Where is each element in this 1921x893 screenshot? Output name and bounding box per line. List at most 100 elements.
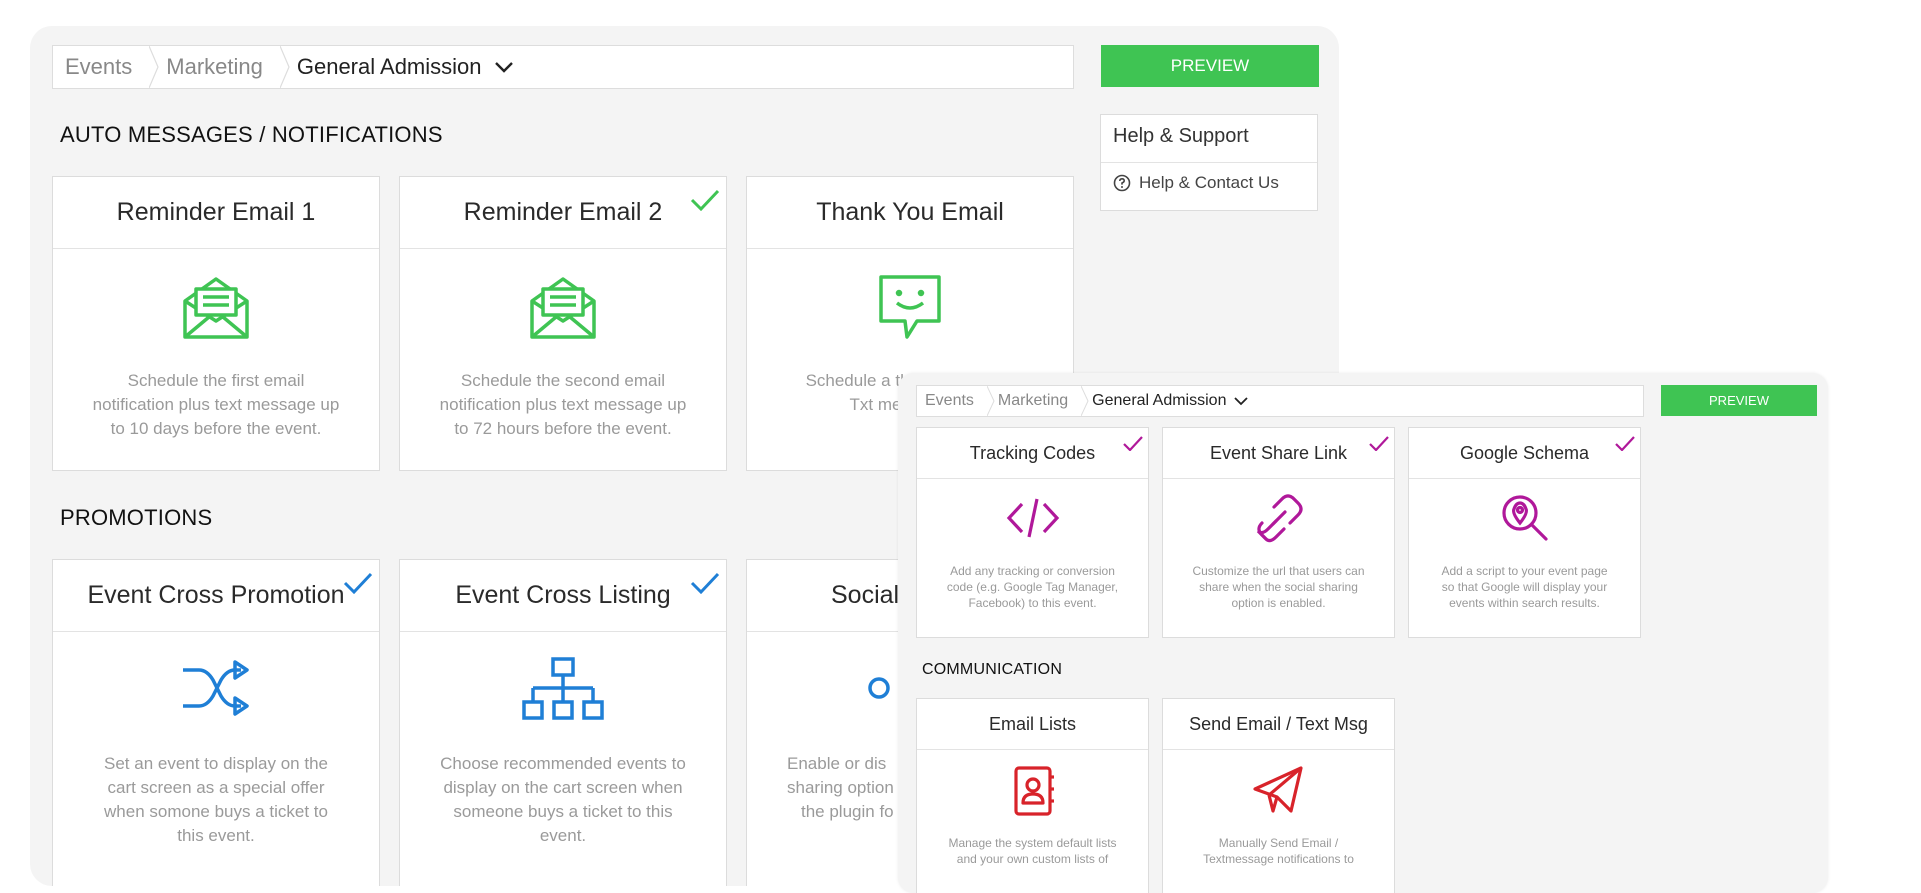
desc-line: to 72 hours before the event. xyxy=(454,419,672,438)
breadcrumb-label: General Admission xyxy=(1092,392,1227,409)
checkmark-icon xyxy=(1123,436,1143,451)
desc-line: to 10 days before the event. xyxy=(110,419,322,438)
card-reminder-email-1[interactable]: Reminder Email 1 Schedule the first emai… xyxy=(52,176,380,471)
card-tracking-codes[interactable]: Tracking Codes Add any tracking or conve… xyxy=(916,427,1149,638)
breadcrumb-events[interactable]: Events xyxy=(53,46,159,88)
envelope-open-icon xyxy=(183,277,249,339)
desc-line: notification plus text message up xyxy=(92,395,340,414)
breadcrumb-marketing[interactable]: Marketing xyxy=(150,46,290,88)
desc-line: share when the social sharing xyxy=(1199,580,1358,594)
smiley-chat-icon xyxy=(879,275,941,339)
link-icon xyxy=(1256,494,1303,543)
desc-line: Choose recommended events to xyxy=(440,754,686,773)
breadcrumb-events[interactable]: Events xyxy=(917,386,995,416)
breadcrumb-label: Marketing xyxy=(166,54,263,79)
card-description: Set an event to display on the cart scre… xyxy=(53,752,379,848)
sitemap-icon xyxy=(522,657,604,720)
desc-line: when somone buys a ticket to xyxy=(104,802,328,821)
card-google-schema[interactable]: Google Schema Add a script to your event… xyxy=(1408,427,1641,638)
desc-line: and your own custom lists of xyxy=(956,852,1109,866)
card-title-text: Social xyxy=(831,581,900,609)
card-description: Add a script to your event page so that … xyxy=(1409,563,1640,611)
card-title: Email Lists xyxy=(917,699,1148,750)
section-title-promotions: PROMOTIONS xyxy=(60,505,213,530)
address-book-icon xyxy=(1013,766,1054,816)
desc-line: Manage the system default lists xyxy=(948,836,1117,850)
help-support-title: Help & Support xyxy=(1113,125,1249,147)
card-email-lists[interactable]: Email Lists Manage the system default li… xyxy=(916,698,1149,893)
card-description: Schedule the first email notification pl… xyxy=(53,369,379,441)
desc-line: Textmessage notifications to xyxy=(1203,852,1354,866)
breadcrumb: Events Marketing General Admission xyxy=(52,45,1074,89)
desc-line: cart screen as a special offer xyxy=(107,778,325,797)
search-location-icon xyxy=(1501,495,1548,541)
checkmark-icon xyxy=(690,189,720,211)
desc-line: Schedule the second email xyxy=(460,371,666,390)
desc-line: someone buys a ticket to this xyxy=(453,802,673,821)
help-contact-label: Help & Contact Us xyxy=(1139,173,1279,192)
envelope-open-icon xyxy=(530,277,596,339)
card-description: Schedule the second email notification p… xyxy=(400,369,726,441)
desc-line: notification plus text message up xyxy=(439,395,687,414)
checkmark-icon xyxy=(690,572,720,594)
chevron-down-icon xyxy=(1234,396,1249,405)
question-circle-icon xyxy=(1113,174,1131,192)
desc-line: Set an event to display on the xyxy=(104,754,328,773)
card-description: Customize the url that users can share w… xyxy=(1163,563,1394,611)
desc-line: Manually Send Email / xyxy=(1218,836,1339,850)
divider xyxy=(1101,162,1317,163)
desc-line: option is enabled. xyxy=(1231,596,1326,610)
card-event-cross-listing[interactable]: Event Cross Listing Choose recommended e… xyxy=(399,559,727,886)
desc-line: Schedule the first email xyxy=(127,371,305,390)
breadcrumb-general-admission-dropdown[interactable]: General Admission xyxy=(1080,386,1256,416)
card-title: Thank You Email xyxy=(747,177,1073,249)
card-send-email-text[interactable]: Send Email / Text Msg Manually Send Emai… xyxy=(1162,698,1395,893)
card-title: Reminder Email 1 xyxy=(53,177,379,249)
card-title: Event Cross Listing xyxy=(400,560,726,632)
breadcrumb-label: Events xyxy=(925,392,974,409)
breadcrumb-marketing[interactable]: Marketing xyxy=(986,386,1089,416)
card-title: Reminder Email 2 xyxy=(400,177,726,249)
section-title-auto-messages: AUTO MESSAGES / NOTIFICATIONS xyxy=(60,122,443,147)
breadcrumb-label: Events xyxy=(65,54,133,79)
shuffle-icon xyxy=(183,660,249,716)
desc-line: this event. xyxy=(177,826,255,845)
card-description: Manage the system default lists and your… xyxy=(917,835,1148,867)
card-title: Tracking Codes xyxy=(917,428,1148,479)
checkmark-icon xyxy=(343,572,373,594)
front-panel: Events Marketing General Admission PREVI… xyxy=(898,373,1828,893)
help-contact-link[interactable]: Help & Contact Us xyxy=(1113,173,1279,193)
desc-line: display on the cart screen when xyxy=(443,778,683,797)
desc-line: Facebook) to this event. xyxy=(968,596,1097,610)
breadcrumb-label: General Admission xyxy=(296,54,482,79)
card-event-cross-promotion[interactable]: Event Cross Promotion Set an event to di… xyxy=(52,559,380,886)
card-description: Choose recommended events to display on … xyxy=(400,752,726,848)
preview-button[interactable]: PREVIEW xyxy=(1101,45,1319,87)
card-description: Add any tracking or conversion code (e.g… xyxy=(917,563,1148,611)
desc-line: Add a script to your event page xyxy=(1441,564,1608,578)
card-event-share-link[interactable]: Event Share Link Customize the url that … xyxy=(1162,427,1395,638)
card-title: Send Email / Text Msg xyxy=(1163,699,1394,750)
chevron-down-icon xyxy=(494,62,513,73)
section-title-communication: COMMUNICATION xyxy=(922,661,1063,678)
desc-line: Customize the url that users can xyxy=(1192,564,1365,578)
breadcrumb-label: Marketing xyxy=(997,392,1069,409)
help-support-box: Help & Support Help & Contact Us xyxy=(1100,114,1318,211)
card-description: Manually Send Email / Textmessage notifi… xyxy=(1163,835,1394,867)
card-title: Event Cross Promotion xyxy=(53,560,379,632)
desc-line: Add any tracking or conversion xyxy=(950,564,1115,578)
paper-plane-icon xyxy=(1252,766,1303,813)
desc-line: events within search results. xyxy=(1449,596,1600,610)
code-icon xyxy=(1006,498,1059,538)
breadcrumb: Events Marketing General Admission xyxy=(916,385,1644,417)
card-title: Event Share Link xyxy=(1163,428,1394,479)
checkmark-icon xyxy=(1615,436,1635,451)
breadcrumb-general-admission-dropdown[interactable]: General Admission xyxy=(281,46,526,88)
desc-line: event. xyxy=(539,826,587,845)
checkmark-icon xyxy=(1369,436,1389,451)
desc-line: code (e.g. Google Tag Manager, xyxy=(946,580,1119,594)
preview-button[interactable]: PREVIEW xyxy=(1661,385,1817,416)
desc-line: so that Google will display your xyxy=(1441,580,1608,594)
card-title: Google Schema xyxy=(1409,428,1640,479)
card-reminder-email-2[interactable]: Reminder Email 2 Schedule the second ema… xyxy=(399,176,727,471)
